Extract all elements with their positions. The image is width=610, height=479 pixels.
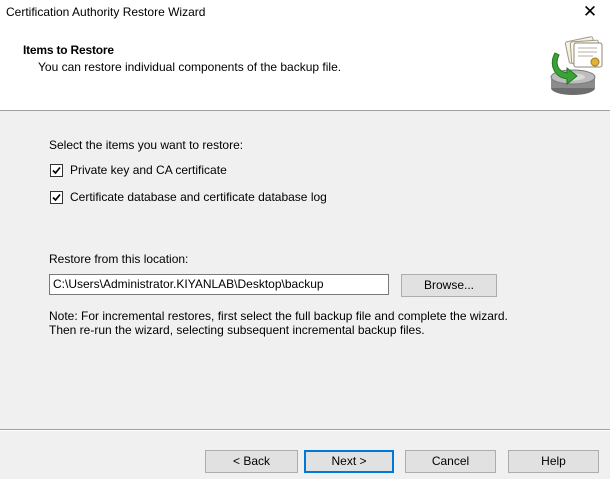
close-icon: ✕ — [582, 2, 598, 21]
items-prompt: Select the items you want to restore: — [49, 138, 244, 152]
close-button[interactable]: ✕ — [570, 0, 610, 25]
location-label: Restore from this location: — [49, 252, 189, 266]
page-title: Items to Restore — [23, 43, 114, 57]
wizard-header: Items to Restore You can restore individ… — [0, 25, 610, 111]
window-title: Certification Authority Restore Wizard — [6, 5, 206, 19]
cert-database-checkbox[interactable] — [50, 190, 63, 204]
restore-location-input[interactable]: C:\Users\Administrator.KIYANLAB\Desktop\… — [49, 274, 389, 295]
incremental-note: Note: For incremental restores, first se… — [49, 309, 589, 337]
browse-button[interactable]: Browse... — [401, 274, 497, 297]
cert-database-label: Certificate database and certificate dat… — [70, 190, 327, 204]
title-bar: Certification Authority Restore Wizard ✕ — [0, 0, 610, 25]
checkmark-icon — [52, 193, 61, 201]
footer-divider — [0, 429, 610, 431]
note-line-2: Then re-run the wizard, selecting subseq… — [49, 323, 425, 337]
option-cert-database[interactable]: Certificate database and certificate dat… — [50, 189, 327, 205]
cancel-button[interactable]: Cancel — [405, 450, 496, 473]
private-key-label: Private key and CA certificate — [70, 163, 227, 177]
back-button[interactable]: < Back — [205, 450, 298, 473]
next-button[interactable]: Next > — [304, 450, 394, 473]
note-line-1: Note: For incremental restores, first se… — [49, 309, 508, 323]
option-private-key[interactable]: Private key and CA certificate — [50, 162, 227, 178]
help-button[interactable]: Help — [508, 450, 599, 473]
page-subtitle: You can restore individual components of… — [38, 60, 342, 74]
private-key-checkbox[interactable] — [50, 163, 63, 177]
restore-backup-icon — [550, 36, 603, 95]
checkmark-icon — [52, 166, 61, 174]
